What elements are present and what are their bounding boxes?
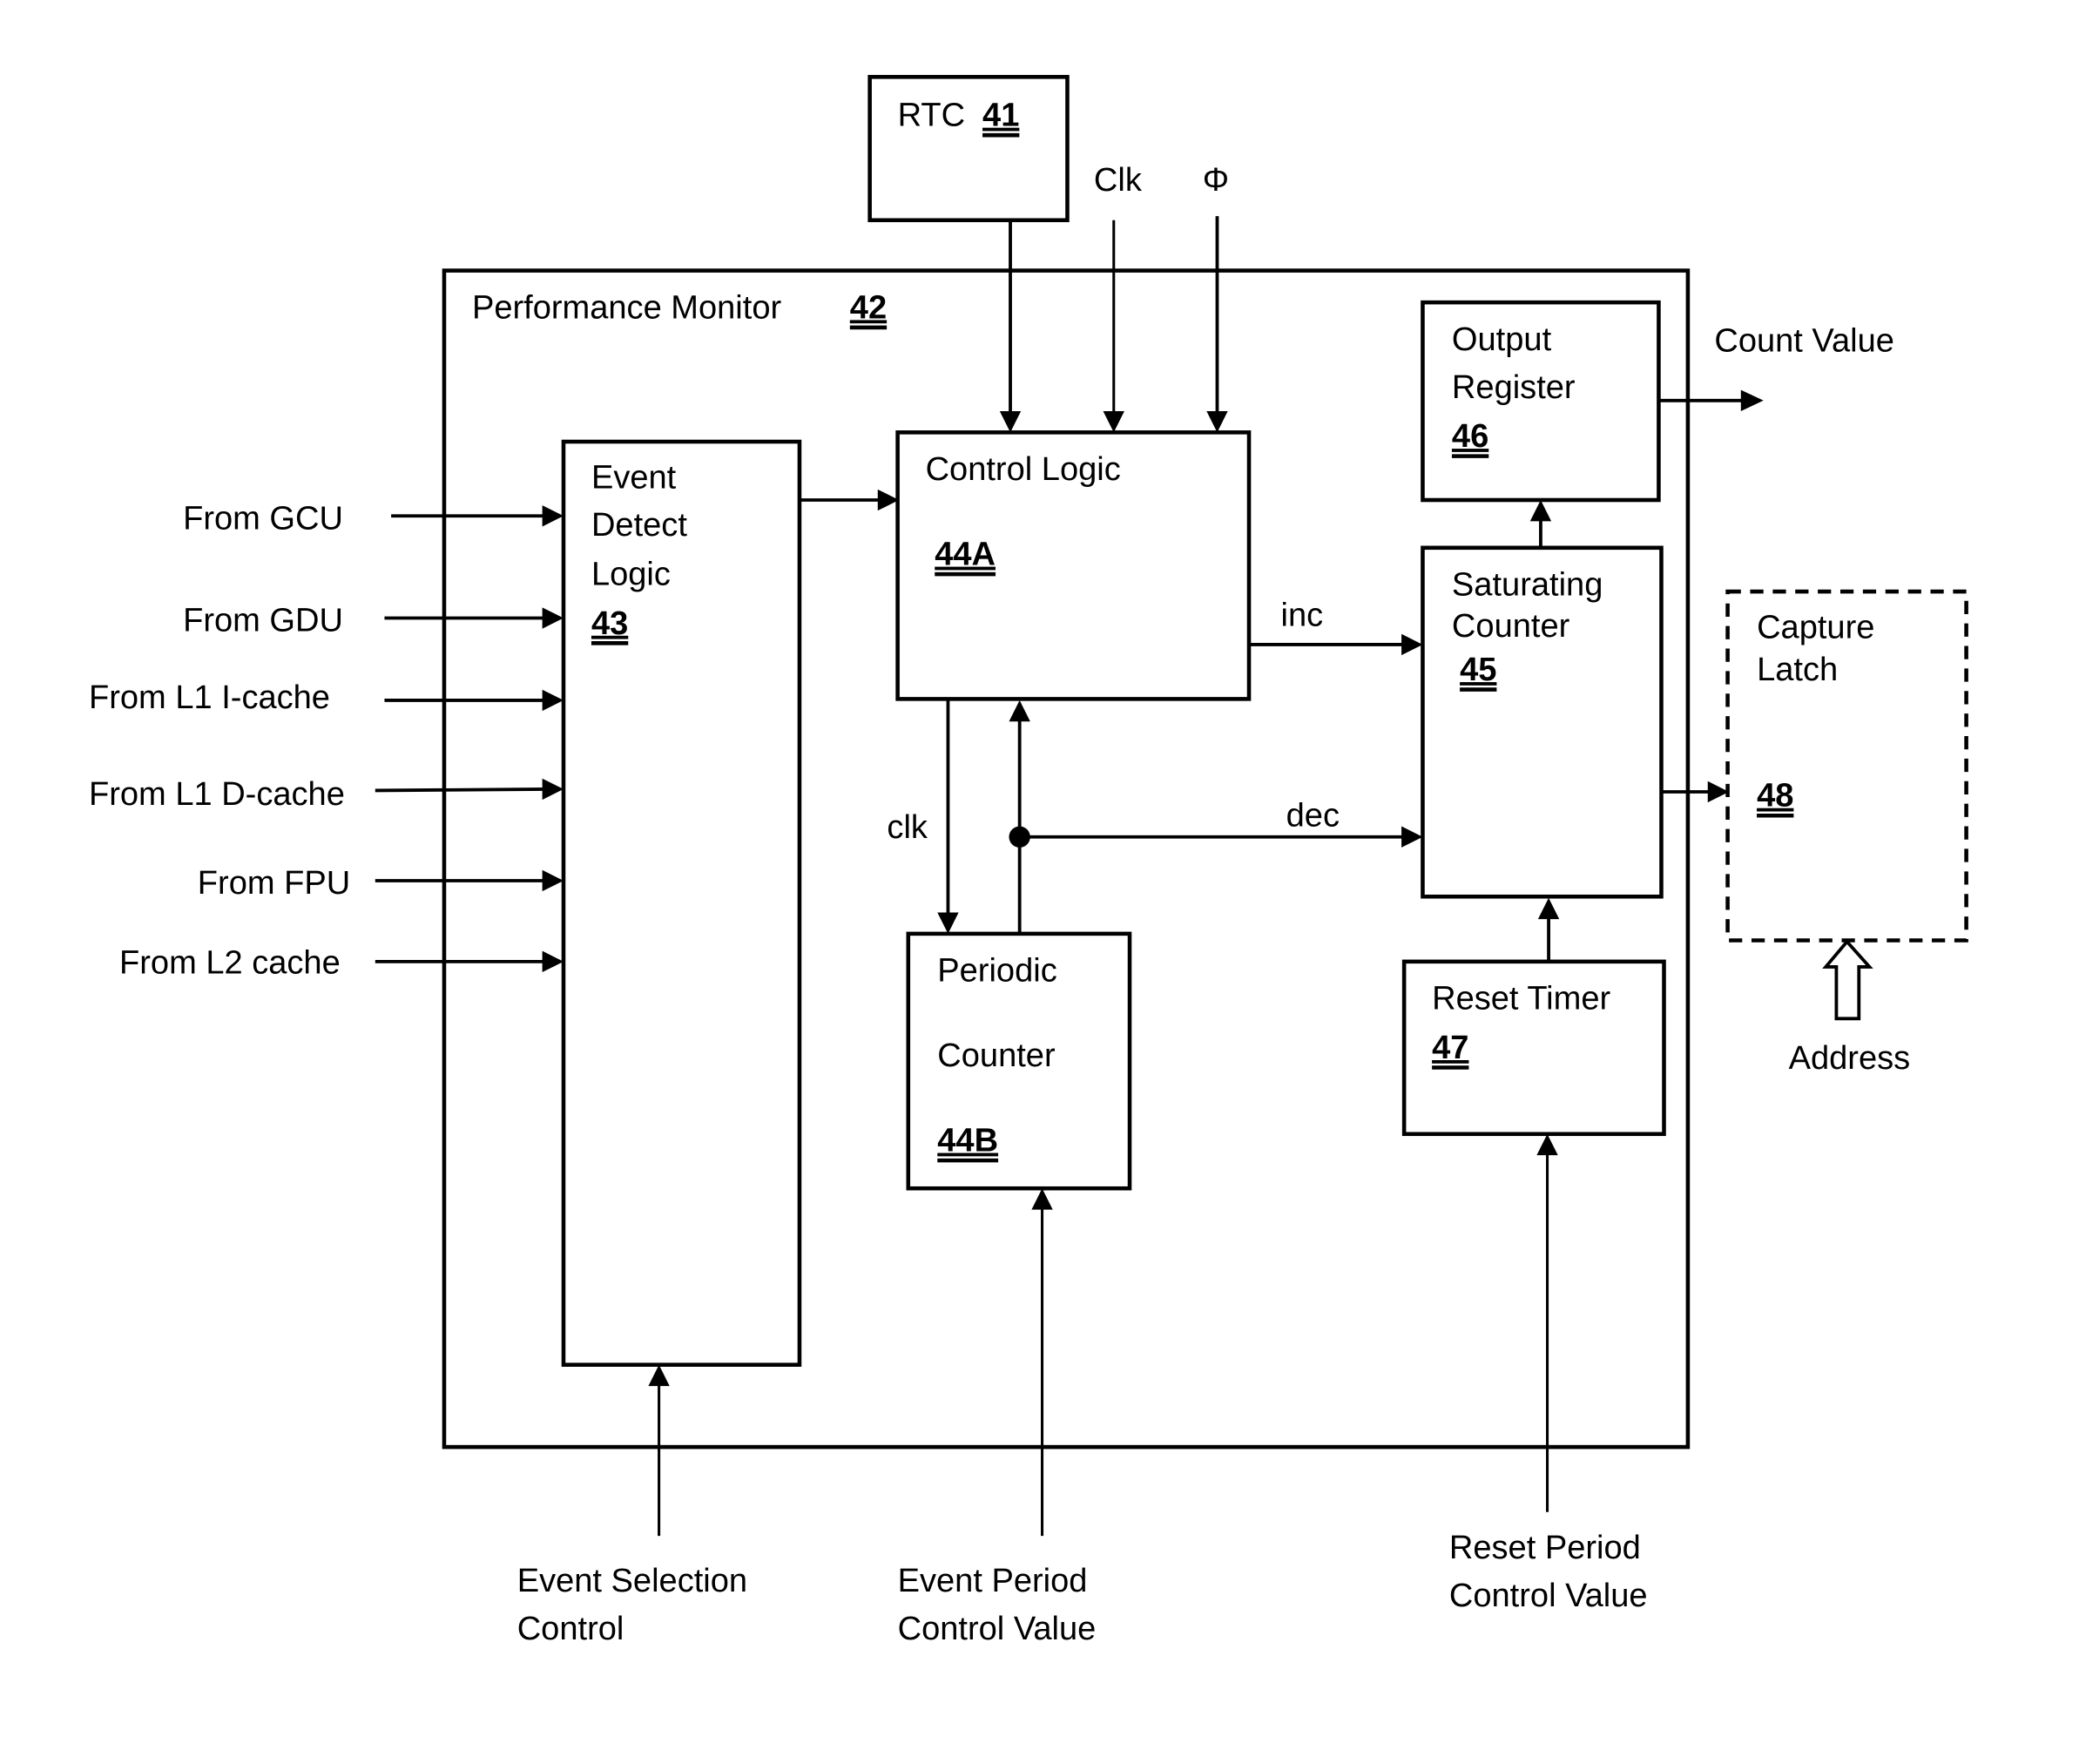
address-label: Address [1789,1040,1911,1077]
event-selection-label-line1: Event Selection [517,1563,747,1599]
performance-monitor-label: Performance Monitor [472,289,782,326]
performance-monitor-ref: 42 [850,289,887,326]
reset-period-label-line1: Reset Period [1449,1530,1641,1566]
input-label-gcu: From GCU [183,500,343,537]
control-logic-label: Control Logic [926,451,1121,488]
count-value-label: Count Value [1714,322,1894,359]
input-label-gdu: From GDU [183,603,343,639]
event-detect-label-line2: Detect [591,507,687,544]
event-detect-ref: 43 [591,605,628,642]
saturating-counter-ref: 45 [1460,652,1496,688]
input-label-l1-icache: From L1 I-cache [89,679,330,716]
input-label-l1-dcache: From L1 D-cache [89,776,345,813]
event-period-arrowhead [1031,1188,1053,1210]
capture-latch-ref: 48 [1757,778,1793,814]
performance-monitor-diagram: Performance Monitor 42 RTC 41 Clk Φ Even… [89,75,1968,1647]
event-period-label-line1: Event Period [898,1563,1088,1599]
dec-label: dec [1286,798,1340,835]
clk-internal-label: clk [887,809,928,846]
input-arrowhead-gdu [542,607,564,629]
periodic-counter-ref: 44B [937,1123,998,1159]
input-arrowhead-l1-dcache [542,778,564,801]
address-hollow-arrow-icon [1822,939,1873,1021]
control-logic-ref: 44A [935,537,996,573]
input-arrowhead-l2-cache [542,950,564,973]
input-arrowhead-l1-icache [542,689,564,712]
event-selection-arrowhead [648,1364,670,1387]
counter-to-register-arrowhead [1529,500,1552,522]
periodic-counter-label-line2: Counter [937,1037,1056,1074]
clk-input-label: Clk [1094,162,1143,199]
reset-timer-label: Reset Timer [1432,981,1610,1017]
reset-period-label-line2: Control Value [1449,1578,1648,1614]
dec-arrowhead [1401,826,1423,848]
capture-latch-label-line2: Latch [1757,652,1838,688]
clk-arrowhead [1103,410,1124,433]
inc-arrowhead [1401,633,1423,656]
output-register-ref: 46 [1452,418,1488,455]
reset-period-arrowhead [1536,1133,1558,1156]
saturating-counter-label-line1: Saturating [1452,567,1603,604]
phi-input-label: Φ [1203,162,1229,199]
reset-timer-ref: 47 [1432,1030,1468,1066]
output-register-label-line2: Register [1452,369,1576,406]
input-wire-l1-dcache [375,787,547,793]
input-label-l2-cache: From L2 cache [119,945,341,982]
event-period-label-line2: Control Value [898,1611,1097,1647]
capture-latch-label-line1: Capture [1757,609,1874,645]
event-selection-label-line2: Control [517,1611,624,1647]
periodic-to-control-arrowhead [1009,700,1030,722]
periodic-counter-label-line1: Periodic [937,953,1056,990]
count-value-arrowhead [1740,389,1764,411]
reset-timer-to-counter-arrowhead [1537,897,1560,920]
rtc-arrowhead [999,410,1022,433]
phi-arrowhead [1206,410,1228,433]
event-detect-label-line1: Event [591,459,677,496]
input-arrowhead-gcu [542,505,564,527]
input-arrowhead-fpu [542,869,564,892]
clk-internal-arrowhead [937,912,959,934]
rtc-ref: 41 [982,98,1019,134]
rtc-label: RTC [898,98,966,134]
input-label-fpu: From FPU [198,865,350,902]
saturating-counter-label-line2: Counter [1452,608,1570,645]
inc-label: inc [1281,598,1324,634]
event-detect-label-line3: Logic [591,556,671,592]
output-register-label-line1: Output [1452,321,1552,358]
